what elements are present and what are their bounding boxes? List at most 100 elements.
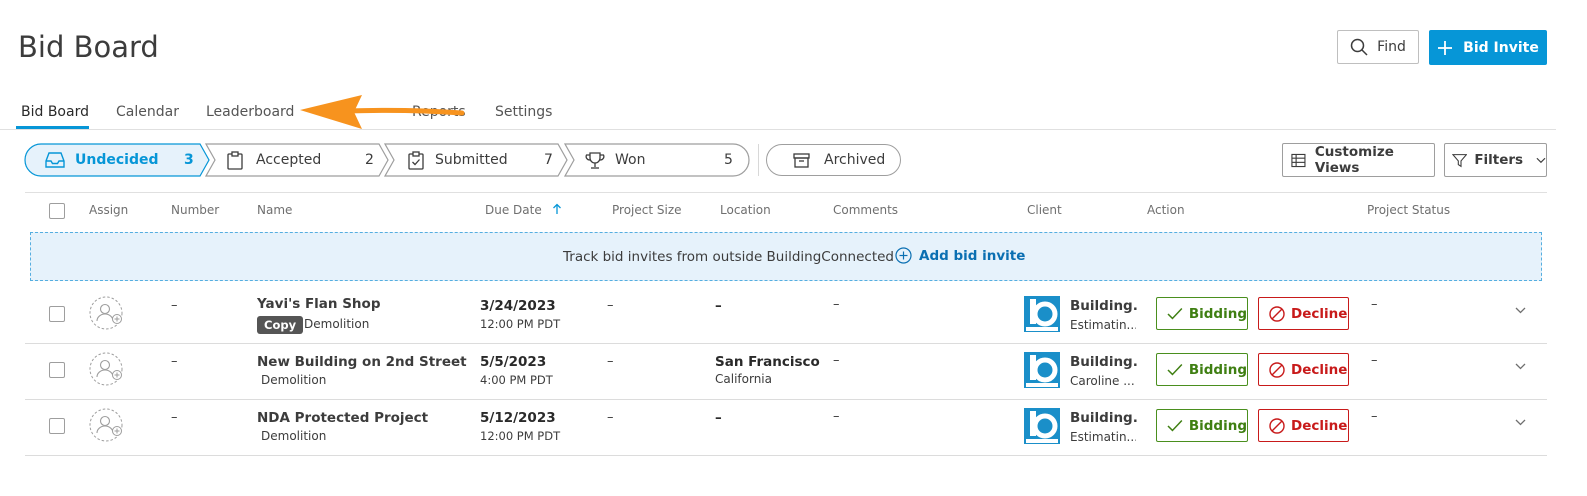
client-contact: Estimatin... bbox=[1070, 430, 1136, 444]
stage-accepted[interactable]: Accepted 2 bbox=[205, 143, 389, 177]
assign-user-icon[interactable] bbox=[89, 352, 127, 386]
add-bid-invite-banner: Track bid invites from outside BuildingC… bbox=[30, 232, 1542, 281]
bidding-button[interactable]: Bidding bbox=[1156, 353, 1248, 386]
inbox-tray-icon bbox=[45, 152, 65, 168]
filters-button[interactable]: Filters bbox=[1444, 143, 1547, 177]
due-time: 4:00 PM PDT bbox=[480, 373, 553, 387]
select-all-checkbox[interactable] bbox=[49, 203, 65, 219]
project-size: – bbox=[607, 298, 614, 313]
project-size: – bbox=[607, 410, 614, 425]
stage-won[interactable]: Won 5 bbox=[564, 143, 750, 177]
column-header-project-size[interactable]: Project Size bbox=[612, 203, 682, 217]
bid-invite-button[interactable]: Bid Invite bbox=[1429, 30, 1547, 65]
assign-user-icon[interactable] bbox=[89, 296, 127, 330]
plus-icon bbox=[1438, 40, 1453, 55]
project-name-link[interactable]: NDA Protected Project bbox=[257, 410, 428, 426]
client-contact: Caroline ... bbox=[1070, 374, 1135, 388]
row-number: – bbox=[171, 410, 178, 425]
funnel-icon bbox=[1452, 153, 1468, 167]
bidding-button[interactable]: Bidding bbox=[1156, 409, 1248, 442]
prohibited-icon bbox=[1269, 305, 1285, 322]
archive-box-icon bbox=[793, 152, 810, 168]
decline-button[interactable]: Decline bbox=[1258, 353, 1349, 386]
stage-divider bbox=[758, 144, 759, 176]
checkmark-icon bbox=[1167, 308, 1183, 320]
decline-button[interactable]: Decline bbox=[1258, 297, 1349, 330]
column-header-comments[interactable]: Comments bbox=[833, 203, 898, 217]
client-contact: Estimatin... bbox=[1070, 318, 1136, 332]
client-logo-icon bbox=[1024, 296, 1060, 332]
column-header-location[interactable]: Location bbox=[720, 203, 771, 217]
sort-ascending-icon bbox=[552, 203, 561, 214]
tab-bar: Bid Board Calendar Leaderboard Reports S… bbox=[0, 96, 1556, 130]
trophy-icon bbox=[585, 152, 605, 169]
column-header-assign[interactable]: Assign bbox=[89, 203, 128, 217]
project-status: – bbox=[1371, 409, 1378, 424]
tab-calendar[interactable]: Calendar bbox=[116, 104, 179, 120]
customize-views-button[interactable]: Customize Views bbox=[1282, 143, 1435, 177]
assign-user-icon[interactable] bbox=[89, 408, 127, 442]
tab-bid-board[interactable]: Bid Board bbox=[21, 104, 89, 120]
project-status: – bbox=[1371, 353, 1378, 368]
stage-submitted[interactable]: Submitted 7 bbox=[384, 143, 568, 177]
row-checkbox[interactable] bbox=[49, 418, 65, 434]
stage-count: 2 bbox=[365, 152, 374, 168]
row-checkbox[interactable] bbox=[49, 306, 65, 322]
table-top-border bbox=[25, 192, 1547, 193]
location-state: California bbox=[715, 372, 772, 386]
add-bid-invite-link[interactable]: Add bid invite bbox=[895, 247, 1025, 264]
archived-button[interactable]: Archived bbox=[766, 144, 901, 176]
find-button[interactable]: Find bbox=[1337, 30, 1419, 64]
column-header-number[interactable]: Number bbox=[171, 203, 219, 217]
project-name-link[interactable]: Yavi's Flan Shop bbox=[257, 296, 380, 312]
tab-settings[interactable]: Settings bbox=[495, 104, 552, 120]
chevron-down-icon[interactable] bbox=[1515, 363, 1526, 370]
comments: – bbox=[833, 297, 840, 312]
client-name: Building... bbox=[1070, 298, 1138, 314]
annotation-arrow-icon bbox=[300, 95, 465, 129]
plus-circle-icon bbox=[895, 247, 912, 264]
table-row[interactable]: – NDA Protected Project Demolition 5/12/… bbox=[25, 399, 1547, 456]
bidding-label: Bidding bbox=[1188, 361, 1247, 378]
banner-text: Track bid invites from outside BuildingC… bbox=[563, 249, 894, 265]
due-date: 3/24/2023 bbox=[480, 298, 556, 314]
tab-leaderboard[interactable]: Leaderboard bbox=[206, 104, 294, 120]
comments: – bbox=[833, 353, 840, 368]
client-name: Building... bbox=[1070, 354, 1138, 370]
table-grid-icon bbox=[1291, 153, 1306, 167]
table-row[interactable]: – Yavi's Flan Shop Copy Demolition 3/24/… bbox=[25, 287, 1547, 344]
page-title: Bid Board bbox=[18, 30, 159, 64]
chevron-down-icon[interactable] bbox=[1515, 307, 1526, 314]
column-header-action[interactable]: Action bbox=[1147, 203, 1185, 217]
clipboard-icon bbox=[227, 151, 243, 170]
project-name-link[interactable]: New Building on 2nd Street bbox=[257, 354, 467, 370]
column-header-due-date[interactable]: Due Date bbox=[485, 203, 562, 217]
stage-label: Undecided bbox=[75, 152, 159, 168]
stage-label: Won bbox=[615, 152, 646, 168]
table-row[interactable]: – New Building on 2nd Street Demolition … bbox=[25, 343, 1547, 400]
row-checkbox[interactable] bbox=[49, 362, 65, 378]
active-tab-indicator bbox=[16, 126, 89, 129]
project-trade: Demolition bbox=[261, 373, 327, 387]
chevron-down-icon[interactable] bbox=[1515, 419, 1526, 426]
checkmark-icon bbox=[1167, 420, 1183, 432]
client-name: Building... bbox=[1070, 410, 1138, 426]
project-size: – bbox=[607, 354, 614, 369]
bidding-button[interactable]: Bidding bbox=[1156, 297, 1248, 330]
due-time: 12:00 PM PDT bbox=[480, 429, 561, 443]
find-label: Find bbox=[1377, 39, 1406, 55]
column-header-name[interactable]: Name bbox=[257, 203, 292, 217]
row-number: – bbox=[171, 354, 178, 369]
comments: – bbox=[833, 409, 840, 424]
client-logo-icon bbox=[1024, 408, 1060, 444]
column-header-project-status[interactable]: Project Status bbox=[1367, 203, 1450, 217]
column-header-client[interactable]: Client bbox=[1027, 203, 1062, 217]
stage-label: Submitted bbox=[435, 152, 508, 168]
filters-label: Filters bbox=[1474, 152, 1524, 168]
due-time: 12:00 PM PDT bbox=[480, 317, 561, 331]
decline-label: Decline bbox=[1291, 361, 1348, 378]
stage-undecided[interactable]: Undecided 3 bbox=[24, 143, 210, 177]
bidding-label: Bidding bbox=[1188, 305, 1247, 322]
decline-button[interactable]: Decline bbox=[1258, 409, 1349, 442]
stage-count: 7 bbox=[544, 152, 553, 168]
